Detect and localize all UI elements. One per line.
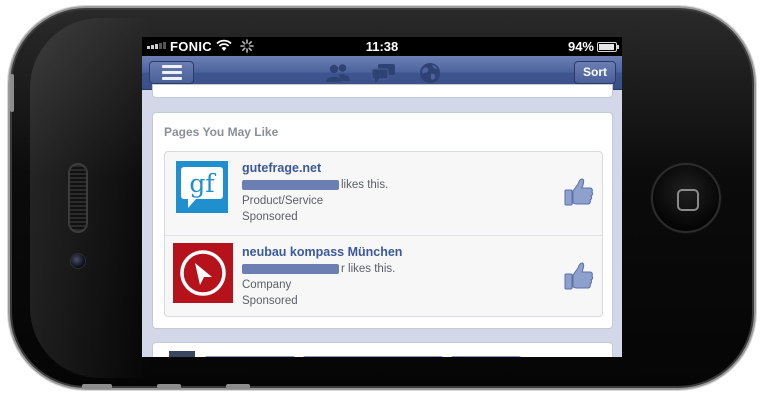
previous-story-card	[152, 84, 613, 98]
power-button	[10, 74, 14, 112]
battery-fill	[599, 44, 615, 50]
page-category: Company	[242, 279, 292, 291]
battery-icon	[597, 42, 619, 52]
volume-down-button	[157, 384, 181, 389]
home-square-icon	[677, 189, 699, 211]
battery-percentage: 94%	[567, 39, 594, 54]
redacted-friend-name	[242, 180, 339, 190]
sponsored-label: Sponsored	[242, 211, 298, 223]
sponsored-label: Sponsored	[242, 295, 298, 307]
friend-requests-icon[interactable]	[322, 61, 354, 85]
card-title: Pages You May Like	[164, 125, 279, 139]
nav-jewels	[322, 61, 446, 85]
phone-screen: FONIC 11:38 94% Sort Pages You May Like …	[142, 37, 622, 357]
obscured-text-line	[303, 356, 443, 357]
sort-button[interactable]: Sort	[574, 61, 616, 84]
front-camera	[70, 253, 86, 269]
home-button[interactable]	[651, 163, 721, 233]
messages-icon[interactable]	[368, 61, 400, 85]
friend-likes-line: r likes this.	[242, 263, 395, 275]
list-item[interactable]: neubau kompass München r likes this. Com…	[165, 235, 602, 318]
suggested-pages-list: gf gutefrage.net likes this. Product/Ser…	[164, 151, 603, 317]
menu-bar-line	[161, 65, 182, 68]
like-button[interactable]	[563, 260, 595, 292]
notifications-globe-icon[interactable]	[414, 61, 446, 85]
thumbs-up-icon	[564, 262, 594, 290]
pages-you-may-like-card: Pages You May Like gf gutefrage.net like…	[152, 112, 613, 329]
page-name[interactable]: gutefrage.net	[242, 161, 321, 175]
likes-text: likes this.	[341, 179, 389, 191]
clock: 11:38	[365, 39, 399, 54]
news-feed: Pages You May Like gf gutefrage.net like…	[142, 84, 622, 357]
page-name[interactable]: neubau kompass München	[242, 245, 402, 259]
page-logo[interactable]: gf	[176, 161, 228, 213]
gutefrage-logo-icon: gf	[176, 161, 228, 213]
menu-bar-line	[161, 77, 182, 80]
svg-text:gf: gf	[189, 169, 216, 198]
page-category: Product/Service	[242, 195, 324, 207]
mute-switch	[226, 384, 250, 389]
earpiece-speaker	[68, 163, 88, 233]
next-story-card	[152, 342, 613, 357]
likes-text: r likes this.	[341, 263, 396, 275]
list-item[interactable]: gf gutefrage.net likes this. Product/Ser…	[165, 152, 602, 235]
like-button[interactable]	[563, 176, 595, 208]
redacted-friend-name	[242, 264, 339, 274]
volume-up-button	[82, 384, 112, 389]
device-shine	[30, 18, 150, 378]
compass-logo-icon	[173, 243, 233, 303]
menu-bar-line	[161, 71, 182, 74]
page-logo[interactable]	[173, 243, 233, 303]
thumbs-up-icon	[564, 178, 594, 206]
menu-button[interactable]	[149, 61, 194, 84]
obscured-text-line	[205, 356, 295, 357]
avatar	[169, 351, 195, 357]
friend-likes-line: likes this.	[242, 179, 388, 191]
obscured-text-line	[451, 356, 521, 357]
status-bar: FONIC 11:38 94%	[142, 37, 622, 56]
